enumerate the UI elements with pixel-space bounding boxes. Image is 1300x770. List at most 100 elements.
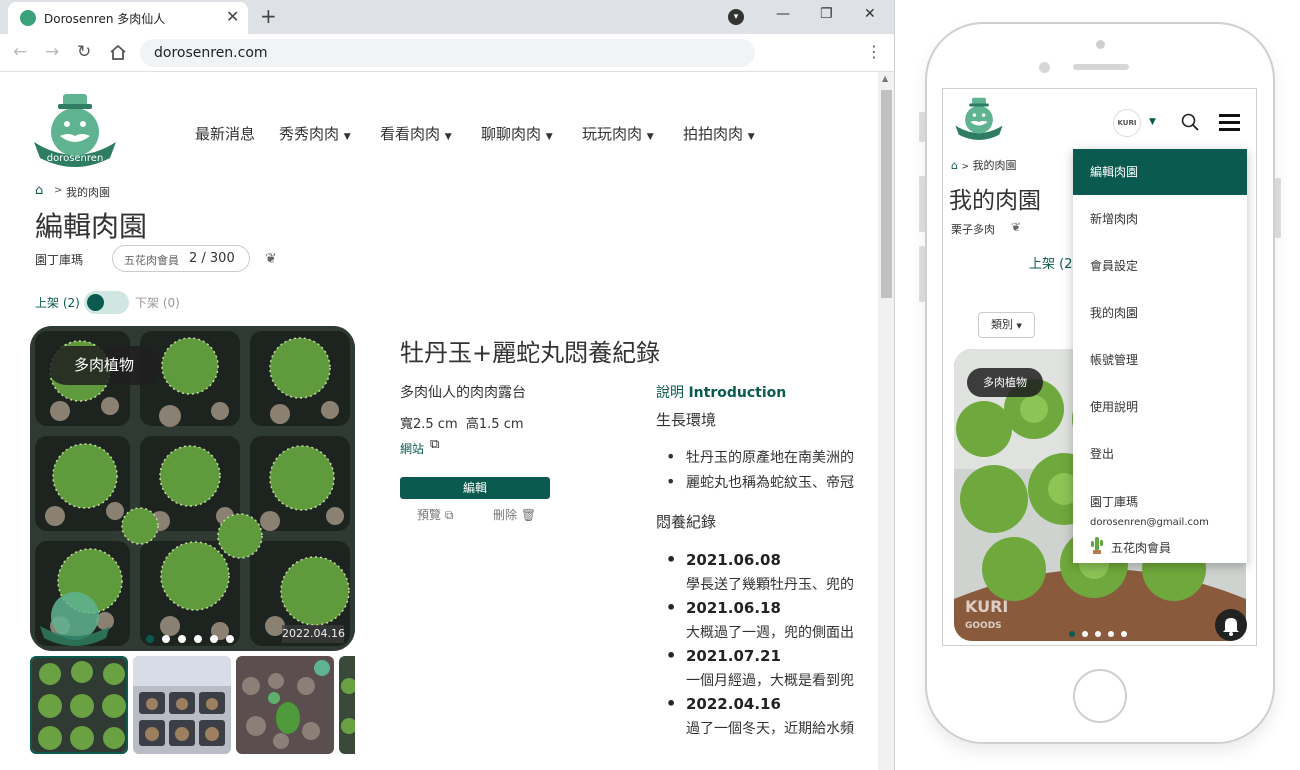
menu-item-my-garden[interactable]: 我的肉園 [1073,290,1247,336]
url-text: dorosenren.com [154,45,268,61]
plant-size: 寬2.5 cm 高1.5 cm [400,417,524,432]
thumbnail-2[interactable] [133,656,231,754]
nav-item-chat[interactable]: 聊聊肉肉 ▼ [481,123,553,144]
menu-item-add-plant[interactable]: 新增肉肉 [1073,196,1247,242]
mobile-breadcrumb: ⌂ > 我的肉園 [951,159,1017,172]
page-title: 編輯肉園 [35,210,148,243]
profile-menu-icon[interactable]: ▾ [728,9,744,25]
nav-item-see[interactable]: 看看肉肉 ▼ [380,123,452,144]
thumbnail-image [32,658,126,752]
log-heading: 悶養紀錄 [656,513,717,531]
preview-button[interactable]: 預覽 ⧉ [417,506,453,523]
carousel-dot[interactable] [1069,631,1075,637]
thumbnail-image [339,656,355,754]
user-dropdown-menu: 編輯肉園 新增肉肉 會員設定 我的肉園 帳號管理 使用說明 登出 園丁庫瑪 do… [1073,149,1247,563]
menu-user-member: 五花肉會員 [1111,541,1172,555]
scrollbar-thumb[interactable] [881,90,892,298]
reload-icon[interactable]: ↻ [77,42,91,62]
favicon-icon [20,10,36,26]
forward-arrow-icon[interactable]: → [45,42,59,62]
chevron-down-icon: ▼ [343,132,351,142]
mobile-shelf-label[interactable]: 上架 (2 [1029,253,1072,272]
carousel-dot[interactable] [194,635,202,643]
carousel-dot[interactable] [1108,631,1114,637]
phone-power-button [1275,178,1281,238]
shelf-on-label[interactable]: 上架 (2) [35,294,80,311]
search-icon[interactable] [1181,113,1199,131]
home-icon[interactable]: ⌂ [951,159,958,172]
home-icon[interactable] [109,44,127,61]
window-close-button[interactable]: ✕ [864,6,876,22]
tab-close-icon[interactable]: ✕ [226,7,239,26]
carousel-dot[interactable] [226,635,234,643]
thumbnail-4[interactable] [339,656,355,754]
user-avatar[interactable]: KURI [1113,109,1141,137]
external-link-icon[interactable]: ⧉ [430,437,439,452]
menu-item-edit-garden[interactable]: 編輯肉園 [1073,149,1247,195]
mobile-screen: KURI ▼ ⌂ > 我的肉園 我的肉園 栗子多肉 ❦ 上架 (2 類別 ▼ 多… [942,88,1257,646]
phone-home-button [1073,669,1127,723]
delete-button[interactable]: 刪除 🗑 [493,506,536,523]
phone-camera [1096,40,1105,49]
new-tab-button[interactable]: + [260,4,277,28]
phone-sensor [1039,62,1050,73]
external-link-icon: ⧉ [444,508,454,522]
carousel-dot[interactable] [1095,631,1101,637]
shelf-toggle[interactable] [84,291,129,314]
carousel-dot[interactable] [1082,631,1088,637]
minimize-button[interactable]: — [776,6,790,22]
menu-item-logout[interactable]: 登出 [1073,431,1247,477]
chevron-down-icon[interactable]: ▼ [1149,117,1156,127]
maximize-button[interactable]: ❐ [820,6,833,22]
website-link[interactable]: 網站 [400,440,424,457]
chevron-down-icon: ▼ [747,132,755,142]
browser-menu-icon[interactable]: ⋮ [866,42,882,61]
log-note: 學長送了幾顆牡丹玉、兜的 [686,577,854,593]
dorosenren-logo[interactable]: dorosenren [30,88,120,170]
member-count: 2 / 300 [189,251,235,266]
category-select[interactable]: 類別 ▼ [978,312,1035,338]
nav-item-play[interactable]: 玩玩肉肉 ▼ [582,123,654,144]
hamburger-menu-icon[interactable] [1219,114,1240,131]
carousel-dot[interactable] [210,635,218,643]
thumbnail-1[interactable] [30,656,128,754]
menu-item-account[interactable]: 帳號管理 [1073,337,1247,383]
notification-button[interactable] [1215,609,1247,641]
nav-item-news[interactable]: 最新消息 [195,123,255,144]
home-icon[interactable]: ⌂ [35,183,43,198]
log-note: 大概過了一週，兜的側面出 [686,625,854,641]
post-title: 牡丹玉+麗蛇丸悶養紀錄 [400,339,661,367]
mobile-logo[interactable] [953,94,1005,142]
member-badge: 五花肉會員 2 / 300 [112,245,250,272]
toggle-knob [87,294,104,311]
tab-bar: Dorosenren 多肉仙人 ✕ + ▾ — ❐ ✕ [0,0,894,34]
category-badge: 多肉植物 [47,346,161,385]
sprout-icon: ❦ [265,251,277,267]
menu-user-name: 園丁庫瑪 [1090,495,1139,509]
menu-item-member-settings[interactable]: 會員設定 [1073,243,1247,289]
mobile-gardener: 栗子多肉 [951,223,995,236]
browser-tab[interactable]: Dorosenren 多肉仙人 ✕ [8,2,248,34]
intro-heading: 說明 Introduction [656,385,787,401]
carousel-dot[interactable] [162,635,170,643]
nav-item-show[interactable]: 秀秀肉肉 ▼ [279,123,351,144]
carousel-dot[interactable] [178,635,186,643]
carousel-dot[interactable] [146,635,154,643]
breadcrumb-current: 我的肉園 [66,186,110,199]
carousel-dot[interactable] [1121,631,1127,637]
scroll-up-arrow-icon[interactable]: ▲ [882,74,888,83]
carousel-dots [146,628,242,643]
terrace-name[interactable]: 多肉仙人的肉肉露台 [400,382,526,402]
url-field[interactable]: dorosenren.com [140,39,755,67]
back-arrow-icon[interactable]: ← [13,42,27,62]
thumbnail-3[interactable] [236,656,334,754]
menu-item-help[interactable]: 使用說明 [1073,384,1247,430]
log-note: 一個月經過，大概是看到兜 [686,673,854,689]
phone-speaker [1073,64,1129,70]
breadcrumb-separator: > [54,185,63,196]
nav-item-photo[interactable]: 拍拍肉肉 ▼ [683,123,755,144]
shelf-off-label[interactable]: 下架 (0) [135,294,180,311]
watermark-logo: KURI GOODS [965,597,1009,632]
menu-user-email: dorosenren@gmail.com [1090,517,1209,528]
edit-button[interactable]: 編輯 [400,477,550,499]
